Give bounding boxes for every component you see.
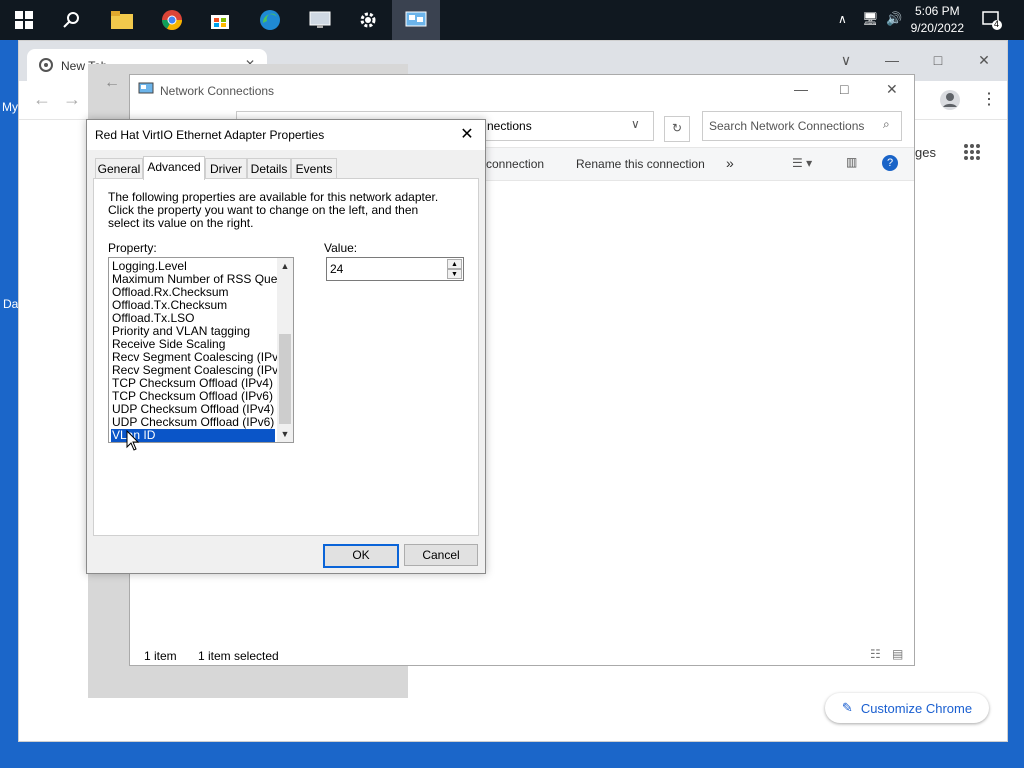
minimize-icon[interactable]: — — [869, 47, 915, 73]
tab-advanced[interactable]: Advanced — [143, 156, 205, 180]
store-icon[interactable] — [196, 0, 244, 40]
status-bar: 1 item 1 item selected ☷ ▤ — [130, 643, 914, 665]
notification-count: 4 — [994, 19, 1000, 29]
notification-icon[interactable]: 4 — [982, 10, 1002, 30]
settings-icon[interactable] — [344, 0, 392, 40]
clock-time: 5:06 PM — [914, 4, 960, 18]
value-label: Value: — [324, 241, 358, 255]
minimize-icon[interactable]: — — [794, 81, 808, 97]
edge-icon[interactable] — [246, 0, 294, 40]
monitor-icon[interactable] — [296, 0, 344, 40]
taskbar: ∧ 🖥 🔊 5:06 PM 9/20/2022 4 — [0, 0, 1024, 40]
network-connections-icon — [138, 82, 154, 101]
advanced-tab-panel: The following properties are available f… — [93, 178, 479, 536]
scroll-up-icon[interactable]: ▲ — [277, 258, 293, 274]
property-list[interactable]: Logging.Level Maximum Number of RSS Queu… — [108, 257, 294, 443]
connection-command[interactable]: connection — [486, 157, 544, 171]
close-icon[interactable]: ✕ — [961, 47, 1007, 73]
mouse-cursor-icon — [126, 430, 140, 451]
maximize-icon[interactable]: □ — [840, 81, 848, 97]
chrome-tab-icon — [39, 58, 53, 75]
profile-icon[interactable] — [939, 89, 961, 114]
ok-button[interactable]: OK — [323, 544, 399, 568]
status-selected-count: 1 item selected — [198, 649, 279, 663]
back-arrow-icon: ← — [104, 74, 120, 91]
tiles-view-icon[interactable]: ▤ — [892, 647, 903, 661]
pencil-icon: ✎ — [841, 700, 853, 715]
network-connections-icon[interactable] — [392, 0, 440, 40]
refresh-icon[interactable]: ↻ — [664, 116, 690, 142]
scroll-thumb[interactable] — [279, 334, 291, 424]
maximize-icon[interactable]: □ — [915, 47, 961, 73]
network-window-titlebar: Network Connections — □ ✕ — [130, 75, 914, 107]
cancel-button[interactable]: Cancel — [404, 544, 478, 566]
file-explorer-icon[interactable] — [98, 0, 146, 40]
clock[interactable]: 5:06 PM 9/20/2022 — [911, 3, 964, 37]
chrome-icon[interactable] — [148, 0, 196, 40]
close-icon[interactable]: ✕ — [886, 81, 898, 98]
volume-icon[interactable]: 🔊 — [886, 11, 902, 27]
search-placeholder: Search Network Connections — [709, 119, 865, 133]
dialog-titlebar: Red Hat VirtIO Ethernet Adapter Properti… — [87, 120, 485, 150]
rename-connection-button[interactable]: Rename this connection — [576, 157, 705, 171]
preview-pane-icon[interactable]: ▥ — [846, 155, 857, 169]
spin-up-icon[interactable]: ▲ — [447, 259, 462, 269]
apps-grid-icon[interactable] — [963, 143, 981, 164]
menu-icon[interactable]: ⋮ — [981, 89, 997, 109]
status-item-count: 1 item — [144, 649, 177, 663]
tab-events[interactable]: Events — [291, 158, 337, 179]
windows-start-icon[interactable] — [0, 0, 48, 40]
spin-down-icon[interactable]: ▼ — [447, 269, 462, 279]
network-tray-icon[interactable]: 🖥 — [862, 11, 879, 27]
property-list-scrollbar[interactable]: ▲ ▼ — [277, 258, 293, 442]
chevron-down-icon[interactable]: ∨ — [631, 117, 640, 131]
more-commands-button[interactable]: » — [726, 155, 734, 171]
help-icon[interactable]: ? — [882, 155, 898, 171]
search-icon[interactable] — [48, 0, 96, 40]
dialog-title: Red Hat VirtIO Ethernet Adapter Properti… — [95, 128, 325, 142]
tab-driver[interactable]: Driver — [205, 158, 247, 179]
value-text: 24 — [330, 262, 344, 276]
chevron-up-icon[interactable]: ∧ — [838, 12, 847, 26]
value-input[interactable]: 24 ▲ ▼ — [326, 257, 464, 281]
scroll-down-icon[interactable]: ▼ — [277, 426, 293, 442]
customize-chrome-button[interactable]: ✎ Customize Chrome — [825, 693, 989, 723]
description-text: The following properties are available f… — [108, 190, 439, 230]
back-icon[interactable]: ← — [33, 89, 51, 110]
search-input[interactable]: Search Network Connections ⌕ — [702, 111, 902, 141]
close-icon[interactable]: ✕ — [457, 124, 477, 144]
tab-details[interactable]: Details — [247, 158, 291, 179]
forward-icon[interactable]: → — [63, 89, 81, 110]
chevron-down-icon[interactable]: ∨ — [823, 47, 869, 73]
chrome-partial-text: ges — [915, 145, 936, 160]
adapter-properties-dialog: Red Hat VirtIO Ethernet Adapter Properti… — [86, 119, 486, 574]
search-icon: ⌕ — [883, 117, 890, 131]
property-label: Property: — [108, 241, 157, 255]
address-text: nections — [487, 119, 532, 133]
view-options-icon[interactable]: ☰ ▾ — [792, 156, 812, 170]
customize-chrome-label: Customize Chrome — [860, 700, 973, 716]
desktop-label-1[interactable]: My — [2, 100, 18, 114]
clock-date: 9/20/2022 — [910, 21, 964, 35]
desktop-label-2[interactable]: Da — [3, 297, 18, 311]
value-spinner[interactable]: ▲ ▼ — [447, 259, 462, 279]
network-window-title: Network Connections — [160, 84, 275, 98]
tab-general[interactable]: General — [95, 158, 143, 179]
details-view-icon[interactable]: ☷ — [870, 647, 881, 661]
